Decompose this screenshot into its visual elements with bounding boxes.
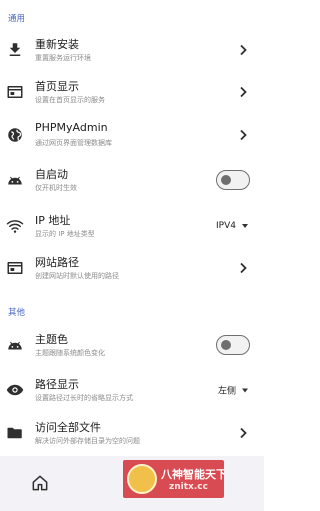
setting-website-path[interactable]: 网站路径 创建网站时默认使用的路径	[0, 248, 264, 288]
setting-title: IP 地址	[35, 214, 71, 227]
setting-path-display: 路径显示 设置路径过长时的省略显示方式 左侧	[0, 370, 264, 410]
setting-subtitle: 设置在首页显示的服务	[35, 96, 105, 104]
setting-title: 访问全部文件	[35, 421, 101, 434]
setting-subtitle: 设置路径过长时的省略显示方式	[35, 394, 133, 402]
autostart-toggle[interactable]	[216, 170, 250, 190]
setting-title: 主题色	[35, 333, 68, 346]
setting-subtitle: 仅开机时生效	[35, 184, 77, 192]
chevron-right-icon	[238, 44, 248, 56]
setting-title: PHPMyAdmin	[35, 121, 108, 134]
android-icon	[6, 336, 24, 354]
theme-color-toggle[interactable]	[216, 335, 250, 355]
setting-title: 网站路径	[35, 256, 79, 269]
chevron-right-icon	[238, 86, 248, 98]
folder-icon	[6, 424, 24, 442]
ip-type-select[interactable]: IPV4	[216, 221, 248, 231]
caret-down-icon	[242, 388, 248, 392]
watermark-text: 八神智能天下	[161, 468, 224, 481]
setting-subtitle: 显示的 IP 地址类型	[35, 230, 95, 238]
toggle-knob	[221, 339, 231, 350]
setting-subtitle: 解决访问外部存储目录为空的问题	[35, 437, 140, 445]
window-icon	[6, 259, 24, 277]
setting-title: 重新安装	[35, 38, 79, 51]
section-header-other: 其他	[8, 308, 26, 318]
setting-autostart: 自启动 仅开机时生效	[0, 160, 264, 200]
setting-homepage-display[interactable]: 首页显示 设置在首页显示的服务	[0, 72, 264, 112]
setting-title: 首页显示	[35, 80, 79, 93]
setting-access-all-files[interactable]: 访问全部文件 解决访问外部存储目录为空的问题	[0, 413, 264, 453]
setting-title: 路径显示	[35, 378, 79, 391]
setting-subtitle: 主题跟随系统颜色变化	[35, 349, 105, 357]
watermark-logo	[127, 464, 157, 494]
home-icon[interactable]	[30, 473, 50, 493]
ip-type-value: IPV4	[216, 221, 236, 231]
path-display-value: 左侧	[217, 386, 236, 397]
caret-down-icon	[242, 224, 248, 228]
setting-subtitle: 创建网站时默认使用的路径	[35, 272, 119, 280]
android-icon	[6, 171, 24, 189]
download-icon	[6, 41, 24, 59]
globe-icon	[6, 126, 24, 144]
watermark: 八神智能天下 znitx.cc	[123, 460, 224, 498]
section-header-general: 通用	[8, 14, 26, 24]
watermark-url: znitx.cc	[169, 482, 208, 492]
setting-reinstall[interactable]: 重新安装 重置服务运行环境	[0, 30, 264, 70]
setting-subtitle: 通过网页界面管理数据库	[35, 139, 112, 147]
setting-theme-color: 主题色 主题跟随系统颜色变化	[0, 325, 264, 365]
window-icon	[6, 83, 24, 101]
toggle-knob	[221, 174, 231, 185]
setting-phpmyadmin[interactable]: PHPMyAdmin 通过网页界面管理数据库	[0, 115, 264, 155]
chevron-right-icon	[238, 427, 248, 439]
setting-title: 自启动	[35, 168, 68, 181]
eye-icon	[6, 381, 24, 399]
path-display-select[interactable]: 左侧	[218, 384, 248, 397]
setting-ip-address: IP 地址 显示的 IP 地址类型 IPV4	[0, 206, 264, 246]
wifi-icon	[6, 217, 24, 235]
chevron-right-icon	[238, 262, 248, 274]
setting-subtitle: 重置服务运行环境	[35, 54, 91, 62]
chevron-right-icon	[238, 129, 248, 141]
